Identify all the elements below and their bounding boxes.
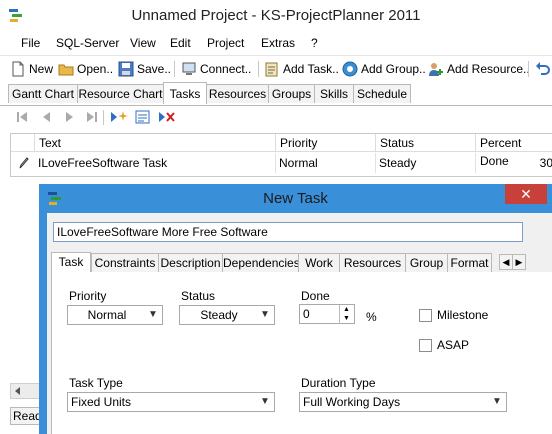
open-button[interactable]: Open.. [58,60,113,78]
scroll-left-icon[interactable] [14,387,22,395]
tab-dependencies[interactable]: Dependencies [222,253,300,272]
menu-bar: File SQL-Server View Edit Project Extras… [0,33,552,53]
decrement-icon[interactable]: ▼ [339,314,353,323]
open-folder-icon [58,64,74,76]
toolbar-separator [174,61,175,77]
priority-label: Priority [69,289,107,303]
toolbar: New Open.. Save.. Connect.. Add Task.. A… [0,55,552,82]
add-task-icon [265,62,278,77]
column-header-status[interactable]: Status [376,134,476,152]
done-stepper[interactable]: 0 ▲ ▼ [299,304,355,324]
menu-file[interactable]: File [21,36,40,50]
add-task-button[interactable]: Add Task.. [264,60,339,78]
tab-skills[interactable]: Skills [314,84,354,103]
tab-group[interactable]: Group [405,253,448,272]
chevron-down-icon: ▼ [148,309,158,320]
dialog-body: ILoveFreeSoftware More Free Software Tas… [47,213,552,434]
menu-project[interactable]: Project [207,36,244,50]
tab-task[interactable]: Task [51,252,91,273]
main-tabs: Gantt Chart Resource Chart Tasks Resourc… [0,82,552,106]
save-button[interactable]: Save.. [118,60,171,78]
cell-text[interactable]: ILoveFreeSoftware Task [35,153,276,173]
close-button[interactable]: ✕ [505,184,547,204]
toolbar-separator [258,61,259,77]
task-tab-page: Priority Normal ▼ Status Steady ▼ Done 0… [51,272,552,434]
status-select[interactable]: Steady ▼ [179,305,275,325]
tab-work[interactable]: Work [298,253,340,272]
milestone-checkbox[interactable] [419,309,432,322]
save-icon [118,61,134,77]
task-type-label: Task Type [69,376,123,390]
task-grid: Text Priority Status Percent Done ILoveF… [10,133,552,177]
menu-view[interactable]: View [130,36,156,50]
edit-record-icon[interactable] [135,110,150,124]
status-label: Status [181,289,216,303]
column-header-text[interactable]: Text [35,134,276,152]
milestone-label: Milestone [437,308,489,322]
menu-edit[interactable]: Edit [170,36,191,50]
column-header-priority[interactable]: Priority [276,134,376,152]
chevron-down-icon: ▼ [492,396,502,407]
column-header-percent-done[interactable]: Percent Done [476,134,552,168]
add-resource-button[interactable]: Add Resource.. [428,60,530,78]
asap-checkbox[interactable] [419,339,432,352]
duration-type-label: Duration Type [301,376,376,390]
tab-gantt-chart[interactable]: Gantt Chart [8,84,78,103]
tab-description[interactable]: Description [158,253,223,272]
dialog-tabs: Task Constraints Description Dependencie… [51,252,551,273]
first-record-icon[interactable] [16,111,28,123]
pencil-icon [19,157,29,169]
undo-icon[interactable] [535,60,551,76]
dialog-title: New Task [263,190,328,207]
task-type-select[interactable]: Fixed Units ▼ [67,392,275,412]
tab-groups[interactable]: Groups [268,84,315,103]
last-record-icon[interactable] [86,111,98,123]
menu-extras[interactable]: Extras [261,36,295,50]
tab-constraints[interactable]: Constraints [91,253,159,272]
connect-icon [182,62,196,75]
chevron-down-icon: ▼ [260,396,270,407]
toolbar-separator [103,110,104,125]
chevron-down-icon: ▼ [260,309,270,320]
tab-scroll-left-button[interactable]: ◀ [499,254,513,270]
menu-help[interactable]: ? [311,36,318,50]
tab-resource-chart[interactable]: Resource Chart [77,84,164,103]
new-file-icon [12,61,24,77]
increment-icon[interactable]: ▲ [339,305,353,314]
next-record-icon[interactable] [64,111,76,123]
tab-tasks[interactable]: Tasks [163,82,207,104]
duration-type-select[interactable]: Full Working Days ▼ [299,392,507,412]
tab-resources[interactable]: Resources [206,84,269,103]
tab-resources-dialog[interactable]: Resources [339,253,406,272]
new-task-dialog: New Task ✕ ILoveFreeSoftware More Free S… [39,184,552,434]
connect-button[interactable]: Connect.. [181,60,251,78]
new-record-icon[interactable] [110,110,128,124]
previous-record-icon[interactable] [40,111,52,123]
priority-select[interactable]: Normal ▼ [67,305,163,325]
percent-sign: % [366,310,377,324]
cell-status[interactable]: Steady [376,153,476,173]
add-resource-icon [429,63,443,76]
tab-format[interactable]: Format [447,253,492,272]
close-icon: ✕ [520,186,532,202]
tab-scroll-right-button[interactable]: ▶ [512,254,526,270]
cell-percent-done[interactable]: 30 [476,153,552,173]
menu-sql-server[interactable]: SQL-Server [56,36,119,50]
done-label: Done [301,289,330,303]
toolbar-separator [528,61,529,77]
delete-record-icon[interactable] [158,110,176,124]
title-bar: Unnamed Project - KS-ProjectPlanner 2011 [0,0,552,32]
asap-label: ASAP [437,338,470,352]
tab-schedule[interactable]: Schedule [353,84,411,103]
cell-priority[interactable]: Normal [276,153,376,173]
new-button[interactable]: New [10,60,53,78]
record-navigator [8,107,548,129]
row-indicator-header [11,134,35,152]
window-title: Unnamed Project - KS-ProjectPlanner 2011 [131,7,421,24]
add-group-button[interactable]: Add Group.. [342,60,426,78]
add-group-icon [342,61,358,77]
task-name-input[interactable]: ILoveFreeSoftware More Free Software [53,222,523,242]
